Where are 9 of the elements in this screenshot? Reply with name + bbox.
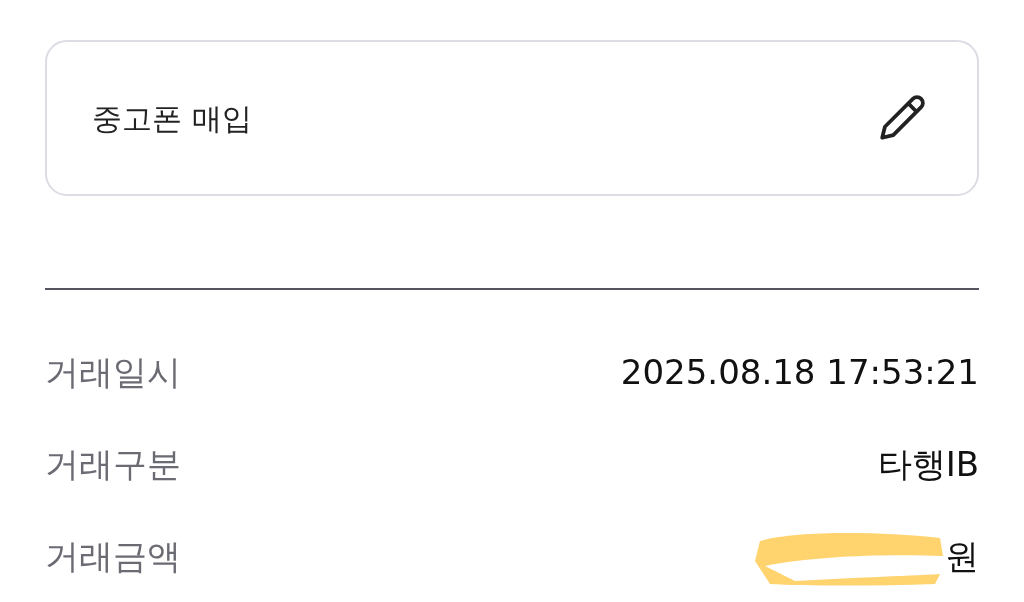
pencil-icon[interactable] <box>877 93 927 143</box>
detail-value: 타행IB <box>877 442 979 486</box>
detail-label: 거래일시 <box>45 350 181 394</box>
memo-card[interactable]: 중고폰 매입 <box>45 40 979 196</box>
memo-text: 중고폰 매입 <box>92 99 252 138</box>
detail-label: 거래구분 <box>45 442 181 486</box>
detail-value: 2025.08.18 17:53:21 <box>620 350 979 394</box>
detail-value: 원 <box>945 534 979 578</box>
detail-label: 거래금액 <box>45 534 181 578</box>
